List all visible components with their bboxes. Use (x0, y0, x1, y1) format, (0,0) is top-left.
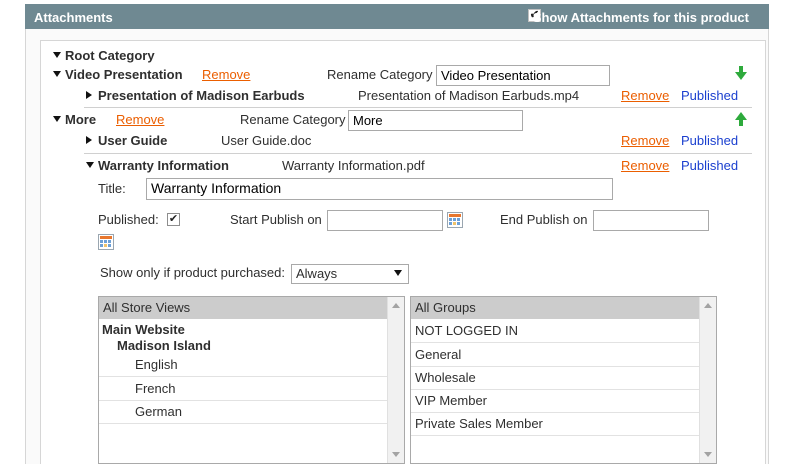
expand-more-icon[interactable] (53, 116, 61, 122)
divider (84, 153, 752, 154)
expand-guide-icon[interactable] (86, 136, 92, 144)
published-label: Published: (98, 212, 159, 227)
remove-video-category-link[interactable]: Remove (202, 67, 250, 82)
purchase-condition-label: Show only if product purchased: (100, 265, 285, 280)
store-views-header[interactable]: All Store Views (99, 297, 387, 319)
move-down-arrow-icon[interactable] (735, 66, 747, 80)
published-checkbox[interactable]: ✔ (167, 213, 180, 226)
expand-video-icon[interactable] (53, 71, 61, 77)
expand-root-icon[interactable] (53, 52, 61, 58)
guide-file-name: User Guide.doc (221, 133, 312, 148)
end-publish-label: End Publish on (500, 212, 588, 227)
store-group-label: Madison Island (117, 338, 211, 353)
calendar-icon[interactable] (447, 212, 463, 228)
divider (84, 107, 752, 108)
more-category-label: More (65, 112, 97, 127)
guide-published-link[interactable]: Published (681, 133, 738, 148)
rename-more-label: Rename Category (240, 112, 346, 127)
rename-more-input[interactable]: More (348, 110, 523, 131)
calendar-icon[interactable] (98, 234, 114, 250)
start-publish-input[interactable] (327, 210, 443, 231)
panel-title: Attachments (34, 10, 113, 25)
remove-guide-link[interactable]: Remove (621, 133, 669, 148)
warranty-file-name: Warranty Information.pdf (282, 158, 425, 173)
store-views-scrollbar[interactable] (387, 297, 404, 463)
scroll-down-icon[interactable] (392, 452, 400, 457)
purchase-condition-select[interactable]: Always (291, 264, 409, 284)
warranty-published-link[interactable]: Published (681, 158, 738, 173)
rename-video-label: Rename Category (327, 67, 433, 82)
end-publish-input[interactable] (593, 210, 709, 231)
scroll-down-icon[interactable] (704, 452, 712, 457)
remove-warranty-link[interactable]: Remove (621, 158, 669, 173)
group-option[interactable]: Wholesale (411, 367, 699, 390)
store-view-option[interactable]: French (99, 378, 387, 401)
attachments-header: Attachments ✔ Show Attachments for this … (25, 4, 769, 29)
remove-madison-link[interactable]: Remove (621, 88, 669, 103)
madison-published-link[interactable]: Published (681, 88, 738, 103)
group-option[interactable]: Private Sales Member (411, 413, 699, 436)
expand-warranty-icon[interactable] (86, 162, 94, 168)
root-category-label: Root Category (65, 48, 155, 63)
store-view-option[interactable]: English (99, 354, 387, 377)
title-input[interactable]: Warranty Information (146, 178, 613, 200)
remove-more-category-link[interactable]: Remove (116, 112, 164, 127)
madison-attachment-label: Presentation of Madison Earbuds (98, 88, 305, 103)
group-option[interactable]: VIP Member (411, 390, 699, 413)
customer-groups-listbox[interactable]: All Groups NOT LOGGED IN General Wholesa… (410, 296, 717, 464)
groups-scrollbar[interactable] (699, 297, 716, 463)
start-publish-label: Start Publish on (230, 212, 322, 227)
chevron-down-icon (394, 270, 402, 276)
video-category-label: Video Presentation (65, 67, 183, 82)
store-view-option[interactable]: German (99, 401, 387, 424)
move-up-arrow-icon[interactable] (735, 112, 747, 126)
warranty-attachment-label: Warranty Information (98, 158, 229, 173)
scroll-up-icon[interactable] (392, 303, 400, 308)
expand-madison-icon[interactable] (86, 91, 92, 99)
madison-file-name: Presentation of Madison Earbuds.mp4 (358, 88, 580, 103)
purchase-condition-value: Always (296, 266, 338, 281)
show-attachments-label: Show Attachments for this product (532, 10, 749, 25)
rename-video-input[interactable]: Video Presentation (436, 65, 610, 86)
groups-header[interactable]: All Groups (411, 297, 699, 319)
guide-attachment-label: User Guide (98, 133, 168, 148)
store-views-listbox[interactable]: All Store Views Main Website Madison Isl… (98, 296, 405, 464)
group-option[interactable]: NOT LOGGED IN (411, 320, 699, 343)
scroll-up-icon[interactable] (704, 303, 712, 308)
group-option[interactable]: General (411, 344, 699, 367)
title-label: Title: (98, 181, 126, 196)
website-group-label: Main Website (102, 322, 185, 337)
